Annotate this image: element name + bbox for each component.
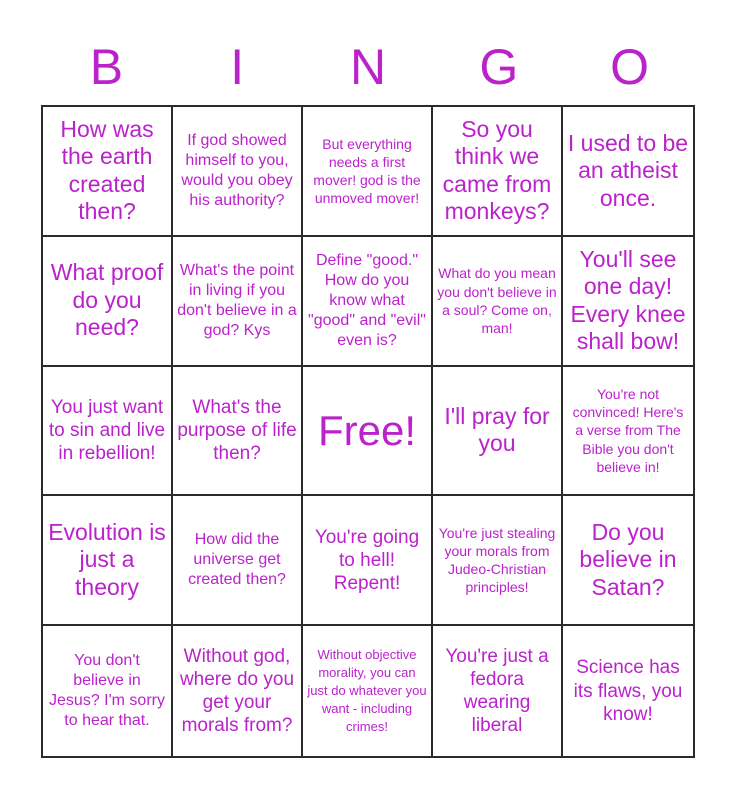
bingo-cell-text: I'll pray for you	[444, 402, 550, 457]
bingo-cell[interactable]: What do you mean you don't believe in a …	[433, 236, 563, 367]
bingo-cell-text: What proof do you need?	[50, 259, 164, 341]
bingo-header-letter-b: B	[89, 39, 124, 95]
bingo-cell[interactable]: Without god, where do you get your moral…	[173, 626, 303, 756]
bingo-cell-text: You're not convinced! Here's a verse fro…	[572, 386, 684, 475]
bingo-grid: How was the earth created then? If god sh…	[41, 105, 695, 758]
bingo-cell[interactable]: How did the universe get created then?	[173, 496, 303, 627]
bingo-cell[interactable]: You just want to sin and live in rebelli…	[43, 366, 173, 497]
bingo-cell[interactable]: What's the purpose of life then?	[173, 366, 303, 497]
bingo-cell[interactable]: If god showed himself to you, would you …	[173, 107, 303, 237]
bingo-header-letter-n: N	[349, 39, 387, 95]
bingo-cell[interactable]: Without objective morality, you can just…	[303, 626, 433, 756]
bingo-cell-text: You don't believe in Jesus? I'm sorry to…	[49, 652, 165, 730]
bingo-cell[interactable]: You're going to hell! Repent!	[303, 496, 433, 627]
bingo-cell-text: Without god, where do you get your moral…	[179, 645, 295, 737]
bingo-cell[interactable]: Define "good." How do you know what "goo…	[303, 236, 433, 367]
bingo-header: B I N G O	[41, 32, 695, 102]
bingo-cell-text: Science has its flaws, you know!	[573, 657, 683, 725]
bingo-cell-text: You just want to sin and live in rebelli…	[48, 396, 166, 465]
bingo-cell-text: You're going to hell! Repent!	[314, 526, 420, 594]
bingo-card: B I N G O How was the earth created then…	[0, 0, 736, 800]
bingo-cell-text: Evolution is just a theory	[48, 518, 166, 601]
bingo-cell-text: How did the universe get created then?	[188, 531, 286, 589]
bingo-cell[interactable]: Do you believe in Satan?	[563, 496, 693, 627]
bingo-cell[interactable]: You're not convinced! Here's a verse fro…	[563, 366, 693, 497]
bingo-cell-text: Without objective morality, you can just…	[307, 646, 427, 735]
bingo-header-letter-g: G	[479, 39, 519, 95]
bingo-cell[interactable]: Evolution is just a theory	[43, 496, 173, 627]
bingo-cell[interactable]: But everything needs a first mover! god …	[303, 107, 433, 237]
bingo-cell-text: You're just a fedora wearing liberal	[445, 645, 549, 737]
bingo-cell-text: What's the purpose of life then?	[177, 396, 297, 465]
bingo-cell-text: So you think we came from monkeys?	[442, 115, 552, 225]
bingo-header-letter-o: O	[610, 39, 650, 95]
bingo-cell-free[interactable]: Free!	[303, 366, 433, 497]
bingo-cell-text: Define "good." How do you know what "goo…	[308, 251, 426, 349]
bingo-cell-text: Free!	[317, 406, 417, 454]
bingo-cell-text: I used to be an atheist once.	[567, 129, 689, 211]
bingo-cell[interactable]: You're just a fedora wearing liberal	[433, 626, 563, 756]
bingo-cell[interactable]: What proof do you need?	[43, 236, 173, 367]
bingo-cell[interactable]: I used to be an atheist once.	[563, 107, 693, 237]
bingo-cell[interactable]: So you think we came from monkeys?	[433, 107, 563, 237]
bingo-cell[interactable]: You'll see one day! Every knee shall bow…	[563, 236, 693, 367]
bingo-cell-text: You're just stealing your morals from Ju…	[438, 524, 556, 596]
bingo-cell[interactable]: How was the earth created then?	[43, 107, 173, 237]
bingo-cell[interactable]: Science has its flaws, you know!	[563, 626, 693, 756]
bingo-cell[interactable]: I'll pray for you	[433, 366, 563, 497]
bingo-cell-text: What do you mean you don't believe in a …	[437, 265, 557, 336]
bingo-cell-text: Do you believe in Satan?	[579, 518, 677, 601]
bingo-cell[interactable]: What's the point in living if you don't …	[173, 236, 303, 367]
bingo-cell-text: How was the earth created then?	[60, 115, 154, 225]
bingo-cell[interactable]: You don't believe in Jesus? I'm sorry to…	[43, 626, 173, 756]
bingo-header-letter-i: I	[230, 39, 245, 95]
bingo-cell-text: If god showed himself to you, would you …	[181, 131, 293, 209]
bingo-cell-text: But everything needs a first mover! god …	[313, 135, 421, 207]
bingo-cell-text: What's the point in living if you don't …	[177, 261, 297, 339]
bingo-cell[interactable]: You're just stealing your morals from Ju…	[433, 496, 563, 627]
bingo-cell-text: You'll see one day! Every knee shall bow…	[570, 245, 686, 355]
